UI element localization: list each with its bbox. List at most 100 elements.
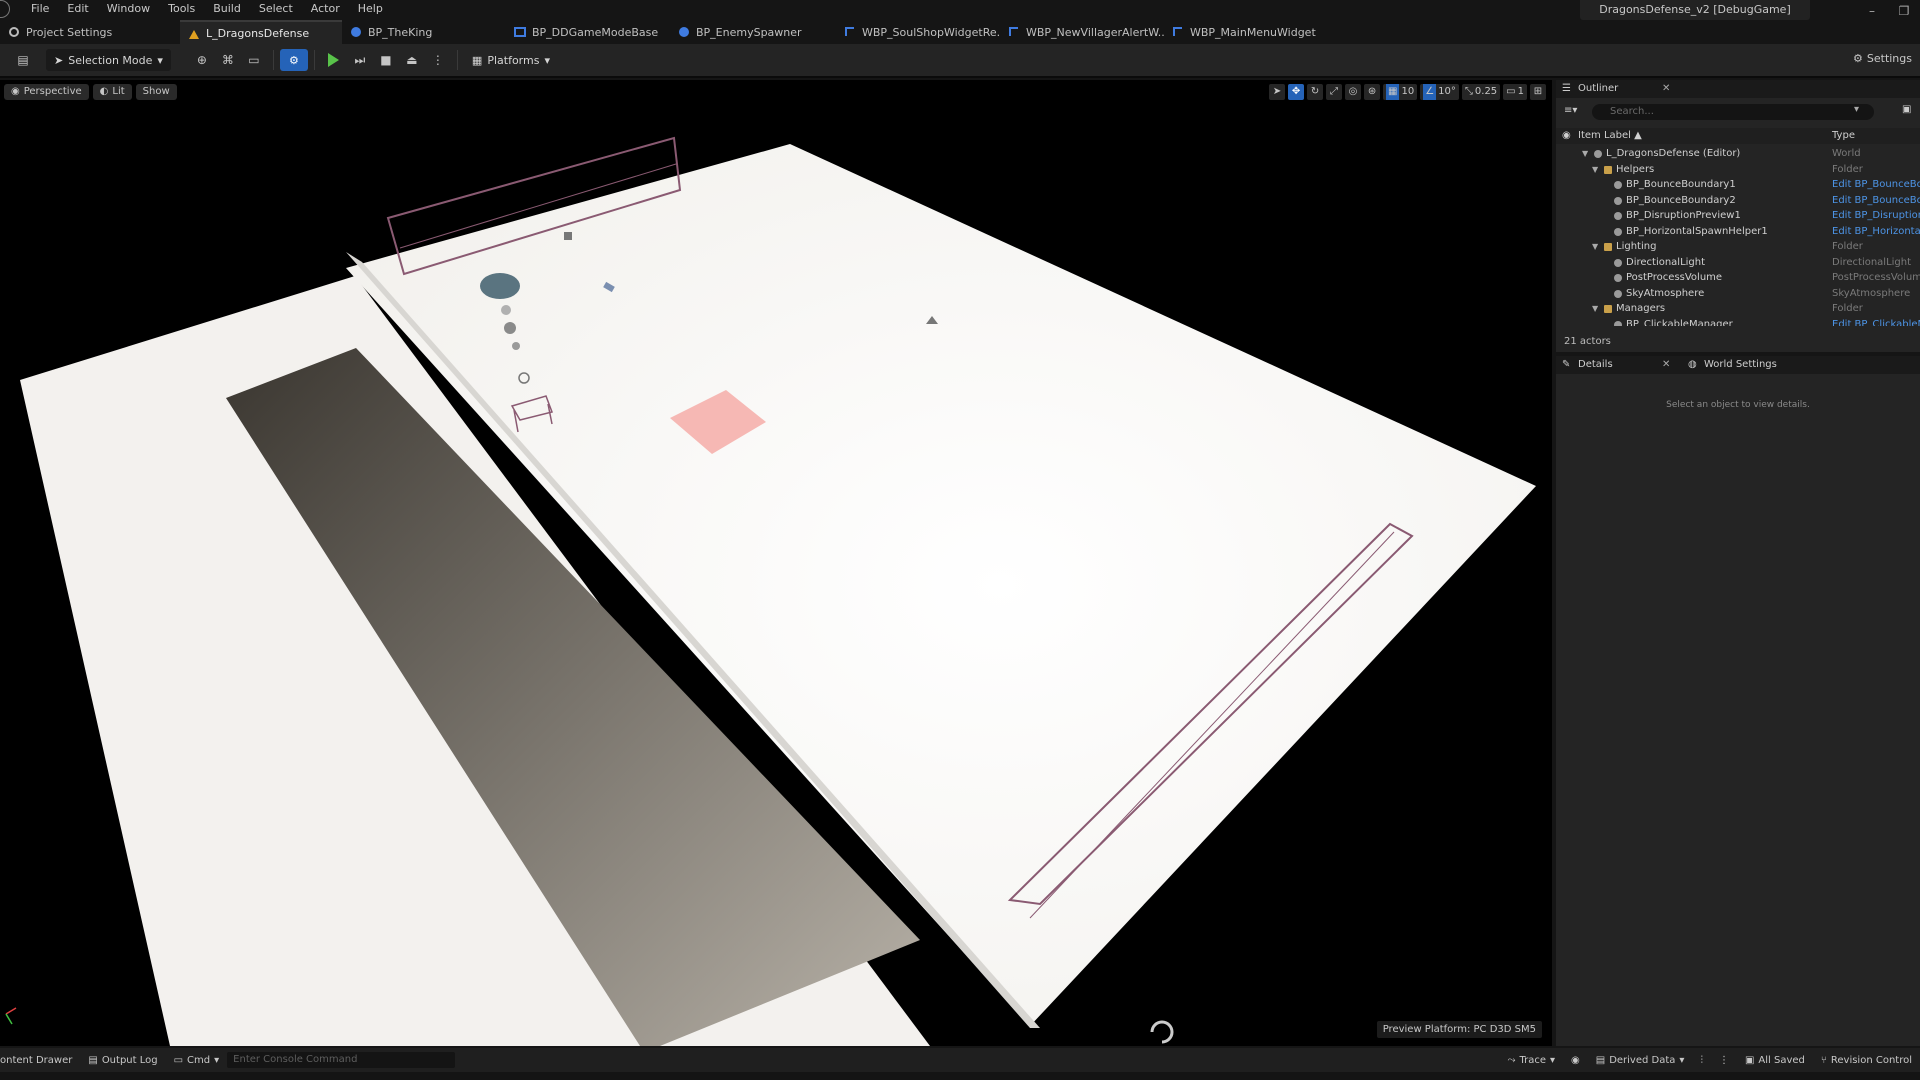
content-drawer-button[interactable]: ontent Drawer — [0, 1048, 80, 1072]
filter-icon[interactable]: ≡▾ — [1564, 105, 1577, 116]
outliner-title[interactable]: Outliner — [1556, 80, 1618, 98]
scale-snap-button[interactable]: ⤡ 0.25 — [1461, 84, 1501, 100]
blueprint-menu-icon[interactable]: ⌘ — [217, 49, 239, 71]
mode-toggle-button[interactable]: ⚙ — [279, 49, 308, 71]
edit-blueprint-link[interactable]: Edit BP_ClickableM — [1832, 317, 1920, 327]
edit-blueprint-link[interactable]: Edit BP_HorizontalS — [1832, 224, 1920, 240]
outliner-search-input[interactable]: Search... — [1592, 104, 1874, 120]
search-icon: ▾ — [1854, 104, 1860, 115]
outliner-actor-row[interactable]: BP_HorizontalSpawnHelper1 Edit BP_Horizon… — [1556, 224, 1920, 240]
expand-arrow-icon[interactable]: ▼ — [1582, 146, 1588, 162]
level-viewport[interactable]: ◉ Perspective ◐ Lit Show ➤ ✥ ↻ ⤢ ◎ ⊛ ▦ 10 ∠… — [0, 80, 1552, 1046]
tab-level[interactable]: L_DragonsDefense — [180, 20, 342, 44]
tab-project-settings[interactable]: Project Settings — [0, 20, 180, 44]
outliner-actor-row[interactable]: BP_ClickableManager Edit BP_ClickableM — [1556, 317, 1920, 327]
outliner-folder-row[interactable]: ▼ Lighting Folder — [1556, 239, 1920, 255]
revision-control-button[interactable]: ⑂ Revision Control — [1813, 1048, 1920, 1072]
minimize-icon[interactable]: – — [1856, 0, 1888, 22]
outliner-actor-row[interactable]: SkyAtmosphere SkyAtmosphere — [1556, 286, 1920, 302]
outliner-item-type: DirectionalLight — [1832, 256, 1912, 268]
unreal-logo-icon[interactable] — [0, 0, 10, 18]
actor-icon — [1614, 320, 1622, 326]
outliner-actor-row[interactable]: PostProcessVolume PostProcessVolum — [1556, 270, 1920, 286]
trace-button[interactable]: ⤳ Trace ▾ — [1499, 1048, 1563, 1072]
play-button[interactable] — [323, 49, 345, 71]
menu-item-window[interactable]: Window — [98, 0, 159, 18]
tab-wbp-soulshop[interactable]: WBP_SoulShopWidgetRe... — [836, 20, 1000, 44]
advance-frame-icon[interactable]: ⏭ — [349, 49, 371, 71]
outliner-actor-row[interactable]: BP_DisruptionPreview1 Edit BP_DisruptionP — [1556, 208, 1920, 224]
edit-blueprint-link[interactable]: Edit BP_DisruptionP — [1832, 208, 1920, 224]
tab-bp-theking[interactable]: BP_TheKing — [342, 20, 506, 44]
menu-item-actor[interactable]: Actor — [302, 0, 349, 18]
expand-arrow-icon[interactable]: ▼ — [1592, 162, 1598, 178]
outliner-actor-row[interactable]: DirectionalLight DirectionalLight — [1556, 255, 1920, 271]
menu-item-build[interactable]: Build — [204, 0, 250, 18]
platforms-dropdown[interactable]: ▦ Platforms ▾ — [464, 49, 558, 71]
player-start-icon[interactable] — [1150, 1020, 1174, 1044]
expand-arrow-icon[interactable]: ▼ — [1592, 301, 1598, 317]
tab-wbp-newvillager[interactable]: WBP_NewVillagerAlertW... — [1000, 20, 1164, 44]
edit-blueprint-link[interactable]: Edit BP_BounceBou — [1832, 193, 1920, 209]
translate-tool-icon[interactable]: ✥ — [1288, 84, 1305, 100]
world-settings-tab[interactable]: World Settings — [1682, 356, 1777, 374]
details-title[interactable]: Details — [1556, 356, 1613, 374]
add-actor-icon[interactable]: ⊕ — [191, 49, 213, 71]
close-icon[interactable]: ✕ — [1662, 80, 1670, 98]
menu-item-edit[interactable]: Edit — [58, 0, 97, 18]
lit-button[interactable]: ◐ Lit — [92, 84, 132, 100]
dragon-actor-icon[interactable] — [480, 273, 520, 299]
select-tool-icon[interactable]: ➤ — [1269, 84, 1286, 100]
surface-snap-icon[interactable]: ⊛ — [1364, 84, 1381, 100]
column-type[interactable]: Type — [1832, 130, 1855, 141]
outliner-actor-row[interactable]: BP_BounceBoundary2 Edit BP_BounceBou — [1556, 193, 1920, 209]
add-folder-icon[interactable]: ▣ — [1902, 104, 1911, 115]
more-options-icon[interactable]: ⋮ — [1711, 1048, 1737, 1072]
widget-blueprint-icon — [845, 27, 854, 36]
grid-snap-button[interactable]: ▦ 10 — [1383, 84, 1418, 100]
world-space-icon[interactable]: ◎ — [1345, 84, 1362, 100]
derived-data-button[interactable]: ▤ Derived Data ▾ — [1588, 1048, 1693, 1072]
rotate-tool-icon[interactable]: ↻ — [1307, 84, 1324, 100]
camera-speed-button[interactable]: ▭ 1 — [1503, 84, 1527, 100]
expand-arrow-icon[interactable]: ▼ — [1592, 239, 1598, 255]
record-icon[interactable]: ◉ — [1563, 1048, 1588, 1072]
settings-button[interactable]: ⚙ Settings — [1853, 52, 1912, 65]
tab-wbp-mainmenu[interactable]: WBP_MainMenuWidget — [1164, 20, 1328, 44]
viewport-scene[interactable] — [0, 80, 1552, 1046]
outliner-actor-row[interactable]: BP_BounceBoundary1 Edit BP_BounceBou — [1556, 177, 1920, 193]
close-icon[interactable]: ✕ — [1662, 356, 1670, 374]
console-command-input[interactable]: Enter Console Command — [227, 1052, 456, 1068]
column-item-label[interactable]: Item Label ▲ — [1578, 130, 1642, 141]
rotation-snap-button[interactable]: ∠ 10° — [1420, 84, 1459, 100]
all-saved-button[interactable]: ▣ All Saved — [1737, 1048, 1813, 1072]
menu-item-tools[interactable]: Tools — [159, 0, 204, 18]
outliner-folder-row[interactable]: ▼ Helpers Folder — [1556, 162, 1920, 178]
menu-item-select[interactable]: Select — [250, 0, 302, 18]
output-log-button[interactable]: ▤ Output Log — [80, 1048, 165, 1072]
save-icon[interactable]: ▤ — [12, 49, 34, 71]
viewport-layout-icon[interactable]: ⊞ — [1530, 84, 1546, 100]
details-empty-message: Select an object to view details. — [1666, 400, 1810, 410]
visibility-icon[interactable]: ◉ — [1562, 130, 1571, 141]
cinematics-icon[interactable]: ▭ — [243, 49, 265, 71]
tab-bp-ddgamemodebase[interactable]: BP_DDGameModeBase — [506, 20, 670, 44]
cmd-dropdown[interactable]: ▭ Cmd ▾ — [166, 1048, 228, 1072]
tab-bp-enemyspawner[interactable]: BP_EnemySpawner — [670, 20, 836, 44]
outliner-item-label: Lighting — [1616, 241, 1657, 252]
edit-blueprint-link[interactable]: Edit BP_BounceBou — [1832, 177, 1920, 193]
selection-mode-dropdown[interactable]: ➤ Selection Mode ▾ — [46, 49, 171, 71]
perspective-button[interactable]: ◉ Perspective — [4, 84, 89, 100]
stop-icon[interactable]: ■ — [375, 49, 397, 71]
eject-icon[interactable]: ⏏ — [401, 49, 423, 71]
menu-item-file[interactable]: File — [22, 0, 58, 18]
menu-item-help[interactable]: Help — [349, 0, 392, 18]
more-options-icon[interactable]: ⋮ — [427, 49, 449, 71]
show-button[interactable]: Show — [135, 84, 177, 100]
scale-tool-icon[interactable]: ⤢ — [1326, 84, 1343, 100]
outliner-folder-row[interactable]: ▼ Managers Folder — [1556, 301, 1920, 317]
maximize-icon[interactable]: ❐ — [1888, 0, 1920, 22]
source-control-icon[interactable]: ⫶ — [1692, 1048, 1711, 1072]
all-saved-label: All Saved — [1758, 1054, 1805, 1066]
outliner-actor-row[interactable]: ▼ L_DragonsDefense (Editor) World — [1556, 146, 1920, 162]
